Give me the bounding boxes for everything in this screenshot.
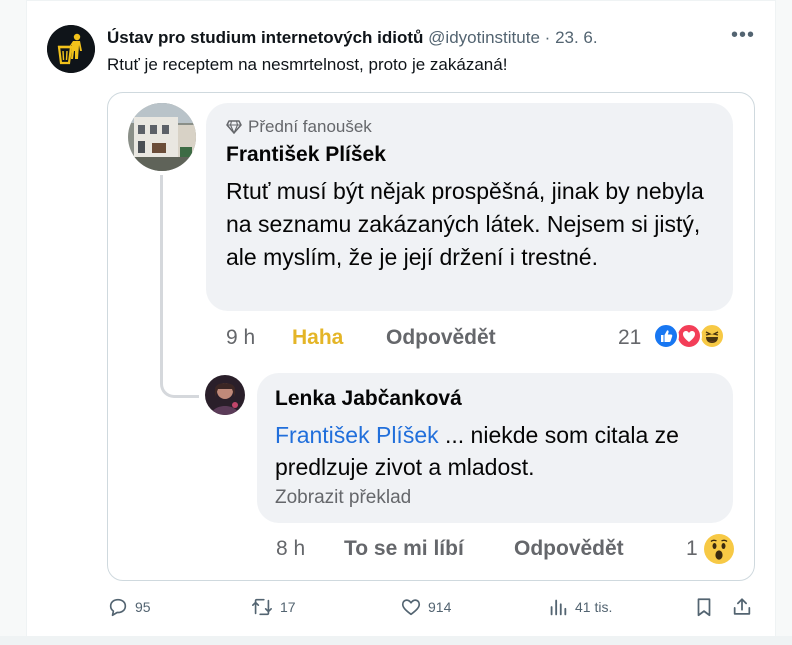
reaction-icons xyxy=(653,323,737,351)
reply-icon xyxy=(109,598,127,617)
bookmark-button[interactable] xyxy=(693,594,721,620)
haha-icon xyxy=(699,323,725,349)
badge-label: Přední fanoušek xyxy=(248,117,372,136)
analytics-icon xyxy=(550,599,567,616)
reply-button[interactable]: 95 xyxy=(107,594,151,620)
commenter-avatar xyxy=(128,103,196,171)
share-icon xyxy=(733,598,751,615)
tweet-actions: 95 17 914 41 tis. xyxy=(0,594,792,622)
tweet-header: Ústav pro studium internetových idiotů @… xyxy=(107,28,598,48)
reply-bubble: Lenka Jabčanková František Plíšek ... ni… xyxy=(257,373,733,523)
tweet-image[interactable]: Přední fanoušek František Plíšek Rtuť mu… xyxy=(107,92,755,581)
trash-figure-icon xyxy=(47,25,95,73)
author-handle[interactable]: @idyotinstitute xyxy=(428,28,540,47)
next-tweet-divider xyxy=(0,636,792,645)
like-label: To se mi líbí xyxy=(344,537,464,560)
top-fan-badge: Přední fanoušek xyxy=(226,117,372,137)
person-photo-icon xyxy=(205,375,245,415)
like-icon xyxy=(653,323,679,349)
author-name[interactable]: Ústav pro studium internetových idiotů xyxy=(107,28,423,47)
translate-link: Zobrazit překlad xyxy=(275,487,412,508)
comment-author: František Plíšek xyxy=(226,143,386,166)
comment-bubble: Přední fanoušek František Plíšek Rtuť mu… xyxy=(206,103,733,311)
reply-count: 95 xyxy=(135,599,151,615)
tweet-text: Rtuť je receptem na nesmrtelnost, proto … xyxy=(107,55,508,74)
comment-time: 9 h xyxy=(226,326,256,349)
reply-reply-label: Odpovědět xyxy=(514,537,624,560)
more-options-icon[interactable]: ••• xyxy=(731,24,755,47)
view-count: 41 tis. xyxy=(575,599,613,615)
views-button[interactable]: 41 tis. xyxy=(547,594,612,620)
reply-time: 8 h xyxy=(276,537,306,560)
author-avatar[interactable] xyxy=(47,25,95,73)
repost-button[interactable]: 17 xyxy=(250,594,296,620)
reply-author-avatar xyxy=(205,375,245,415)
reply-label: Odpovědět xyxy=(386,326,496,349)
reaction-count: 21 xyxy=(618,326,642,349)
comment-text: Rtuť musí být nějak prospěšná, jinak by … xyxy=(226,178,704,270)
dot-separator: · xyxy=(544,28,551,47)
haha-reaction-label: Haha xyxy=(292,326,344,349)
heart-icon xyxy=(401,599,421,616)
reply-text: František Plíšek ... niekde som citala z… xyxy=(275,419,715,483)
wow-icon xyxy=(704,534,734,564)
reply-mention: František Plíšek xyxy=(275,422,439,448)
love-icon xyxy=(676,323,702,349)
diamond-icon xyxy=(226,120,242,135)
repost-count: 17 xyxy=(280,599,296,615)
like-button[interactable]: 914 xyxy=(400,594,451,620)
thread-connector-line xyxy=(160,175,199,398)
like-count: 914 xyxy=(428,599,452,615)
building-photo-icon xyxy=(128,103,196,171)
reply-reaction-count: 1 xyxy=(686,537,698,560)
bookmark-icon xyxy=(697,598,711,617)
repost-icon xyxy=(252,598,272,616)
tweet-date[interactable]: 23. 6. xyxy=(555,28,598,47)
share-button[interactable] xyxy=(731,594,759,620)
reply-author: Lenka Jabčanková xyxy=(275,387,462,410)
